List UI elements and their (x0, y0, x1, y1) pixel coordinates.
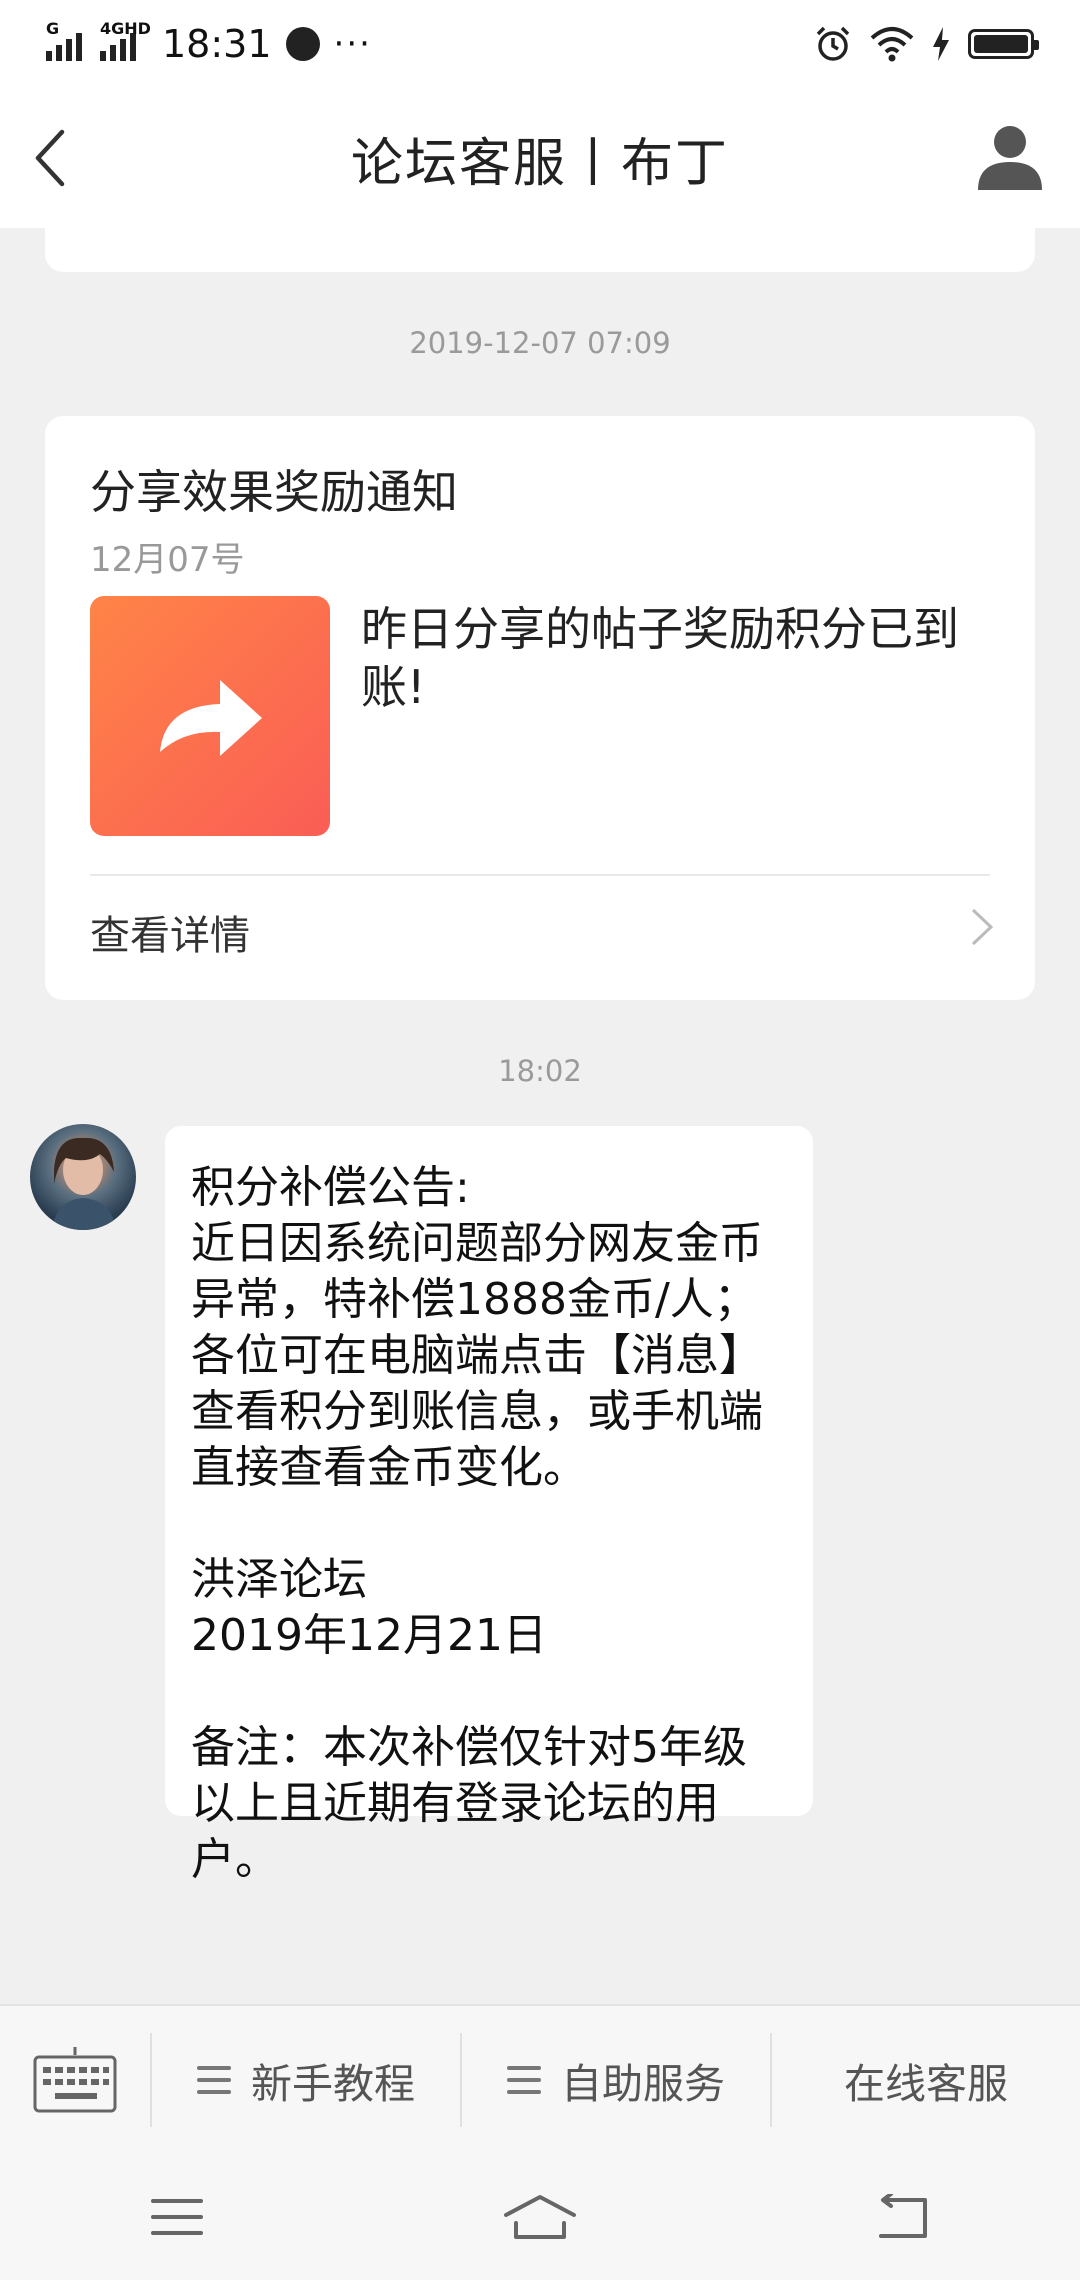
wifi-icon (870, 27, 914, 62)
signal-icon-2: 4GHD (100, 19, 151, 61)
person-icon[interactable] (974, 120, 1046, 192)
card-description: 昨日分享的帖子奖励积分已到账! (361, 602, 959, 714)
alarm-icon (816, 26, 850, 61)
share-arrow-icon (160, 680, 262, 756)
more-notifications: ··· (333, 24, 372, 64)
notification-card[interactable]: 分享效果奖励通知 12月07号 昨日分享的帖子奖励积分已到账! 查看详情 (45, 416, 1035, 1000)
page-title: 论坛客服丨布丁 (350, 133, 729, 194)
avatar[interactable] (30, 1124, 136, 1230)
tab-label: 新手教程 (251, 2060, 415, 2108)
tab-self-service[interactable]: 自助服务 (460, 2033, 770, 2127)
menu-icon[interactable] (149, 2195, 205, 2239)
chat-header: 论坛客服丨布丁 (0, 88, 1080, 228)
menu-icon (507, 2066, 541, 2094)
status-right (814, 25, 1039, 63)
message-bubble[interactable]: 积分补偿公告: 近日因系统问题部分网友金币异常，特补偿1888金币/人；各位可在… (165, 1126, 813, 1885)
network-type-2: 4GHD (100, 19, 151, 38)
back-icon[interactable] (875, 2194, 931, 2240)
avatar-portrait (52, 1137, 116, 1230)
tab-label: 自助服务 (561, 2060, 725, 2108)
chat-area[interactable]: 2019-12-07 07:09 分享效果奖励通知 12月07号 昨日分享的帖子… (0, 228, 1080, 2004)
system-nav-bar (0, 2154, 1080, 2280)
view-details-link[interactable]: 查看详情 (90, 903, 250, 961)
tab-beginner-tutorial[interactable]: 新手教程 (150, 2033, 460, 2127)
status-bar: G 4GHD 18:31 ··· (0, 0, 1080, 88)
status-left: G 4GHD 18:31 ··· (46, 19, 372, 66)
app-notification-icon (285, 27, 320, 61)
network-type: G (46, 19, 60, 38)
card-title: 分享效果奖励通知 (90, 465, 458, 519)
charging-icon (933, 27, 949, 61)
previous-card (45, 228, 1035, 272)
chevron-right-icon (971, 908, 994, 946)
menu-icon (197, 2066, 231, 2094)
card-thumbnail (90, 596, 330, 836)
battery-icon (968, 29, 1039, 59)
home-icon[interactable] (502, 2193, 578, 2241)
keyboard-toggle-button[interactable] (0, 2005, 150, 2155)
back-button[interactable] (24, 120, 84, 196)
divider (90, 874, 990, 876)
card-date: 12月07号 (90, 540, 245, 580)
keyboard-icon (33, 2047, 117, 2113)
timestamp: 18:02 (498, 1054, 582, 1088)
clock: 18:31 (162, 22, 272, 66)
signal-icon: G (46, 19, 86, 61)
bottom-toolbar: 新手教程 自助服务 在线客服 (0, 2004, 1080, 2154)
timestamp: 2019-12-07 07:09 (409, 326, 671, 360)
tab-online-service[interactable]: 在线客服 (770, 2033, 1080, 2127)
tab-label: 在线客服 (844, 2060, 1008, 2108)
